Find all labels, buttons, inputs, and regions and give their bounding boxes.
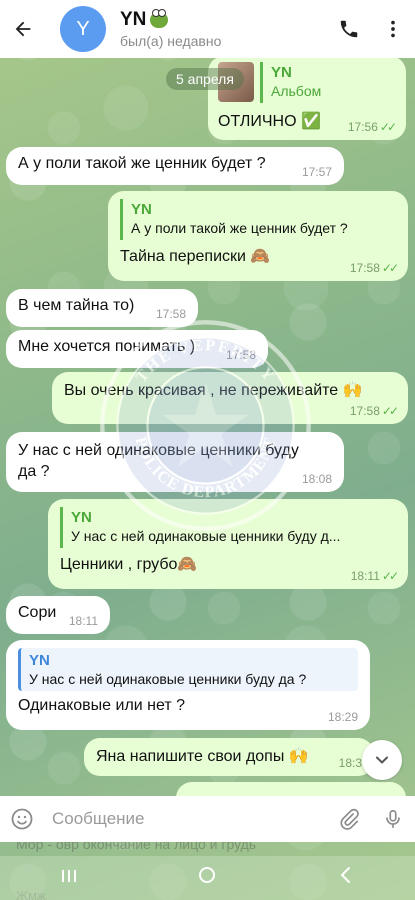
last-seen-status: был(а) недавно: [120, 33, 222, 49]
message-time: 17:57: [301, 165, 332, 179]
message-composer: Сообщение: [0, 796, 415, 842]
message-incoming[interactable]: YN У нас с ней одинаковые ценники буду д…: [6, 640, 370, 730]
more-vert-icon: [391, 20, 395, 38]
message-outgoing[interactable]: YN А у поли такой же ценник будет ? Тайн…: [108, 191, 408, 281]
message-incoming[interactable]: В чем тайна то) 17:58: [6, 289, 198, 327]
reply-text: А у поли такой же ценник будет ?: [131, 220, 348, 236]
message-incoming[interactable]: Сори 18:11: [6, 596, 110, 634]
reply-quote[interactable]: YN Альбом: [260, 62, 321, 103]
home-icon: [199, 867, 216, 883]
avatar[interactable]: Y: [60, 6, 106, 52]
message-incoming[interactable]: А у поли такой же ценник будет ? 17:57: [6, 147, 344, 185]
scroll-to-bottom-button[interactable]: [362, 740, 402, 780]
message-time: 17:56 ✓✓: [347, 120, 397, 134]
message-time: 17:58: [225, 348, 256, 362]
frog-emoji-icon: [150, 9, 169, 28]
message-text: Яна напишите свои допы 🙌: [96, 748, 309, 765]
reply-text: Альбом: [271, 83, 322, 99]
message-text: Вы очень красивая , не переживайте 🙌: [64, 382, 363, 399]
back-arrow-icon: [15, 21, 31, 37]
reply-text: У нас с ней одинаковые ценники буду да ?: [29, 671, 307, 687]
message-text: Сори: [18, 604, 57, 621]
back-nav-button[interactable]: [316, 865, 376, 891]
message-text: Одинаковые или нет ?: [18, 697, 186, 714]
read-ticks-icon: ✓✓: [381, 261, 399, 275]
message-text: Мне хочется понимать ): [18, 338, 196, 355]
message-time: 18:29: [327, 710, 358, 724]
nav-back-icon: [340, 867, 350, 883]
attach-icon: [340, 808, 359, 830]
reply-quote[interactable]: YN А у поли такой же ценник будет ?: [120, 199, 396, 240]
reply-author: YN: [271, 64, 292, 81]
recent-apps-button[interactable]: [39, 867, 99, 890]
read-ticks-icon: ✓✓: [381, 404, 399, 418]
message-incoming[interactable]: У нас с ней одинаковые ценники буду да ?…: [6, 432, 344, 492]
reply-text: У нас с ней одинаковые ценники буду д...: [71, 528, 341, 544]
more-options-button[interactable]: [371, 0, 415, 58]
read-ticks-icon: ✓✓: [381, 569, 399, 583]
message-time: 18:11 ✓✓: [350, 569, 399, 583]
read-ticks-icon: ✓✓: [379, 120, 397, 134]
message-outgoing[interactable]: Вы очень красивая , не переживайте 🙌 17:…: [52, 372, 408, 424]
reply-author: YN: [71, 509, 92, 526]
home-button[interactable]: [177, 865, 237, 891]
message-text: У нас с ней одинаковые ценники буду да ?: [18, 442, 299, 480]
emoji-button[interactable]: [0, 796, 44, 842]
message-outgoing[interactable]: YN У нас с ней одинаковые ценники буду д…: [48, 499, 408, 589]
message-time: 18:08: [301, 472, 332, 486]
reply-author: YN: [29, 652, 50, 669]
chat-header: Y YN был(а) недавно: [0, 0, 415, 58]
emoji-icon: [11, 808, 33, 830]
reply-quote[interactable]: YN У нас с ней одинаковые ценники буду д…: [60, 507, 396, 548]
call-button[interactable]: [327, 0, 371, 58]
phone-icon: [340, 20, 358, 38]
chat-title: YN: [120, 9, 147, 30]
message-time: 17:58 ✓✓: [349, 404, 399, 418]
message-incoming[interactable]: Мне хочется понимать ) 17:58: [6, 330, 268, 368]
message-text: В чем тайна то): [18, 297, 135, 314]
message-time: 18:3: [338, 756, 362, 770]
reply-author: YN: [131, 201, 152, 218]
android-navigation-bar: [0, 856, 415, 900]
message-text: А у поли такой же ценник будет ?: [18, 155, 266, 172]
message-time: 18:11: [68, 614, 98, 628]
chat-info[interactable]: YN был(а) недавно: [120, 9, 327, 49]
back-button[interactable]: [0, 0, 46, 58]
attach-button[interactable]: [327, 796, 371, 842]
message-time: 17:58: [155, 307, 186, 321]
message-text: Ценники , грубо🙈: [60, 556, 198, 573]
message-outgoing[interactable]: Яна напишите свои допы 🙌 18:3: [84, 738, 374, 776]
mic-icon: [386, 809, 400, 829]
voice-message-button[interactable]: [371, 796, 415, 842]
message-time: 17:58 ✓✓: [349, 261, 399, 275]
message-input[interactable]: Сообщение: [52, 809, 327, 829]
chevron-down-icon: [376, 756, 388, 764]
reply-quote[interactable]: YN У нас с ней одинаковые ценники буду д…: [18, 648, 358, 691]
recent-apps-icon: [62, 869, 77, 882]
date-separator: 5 апреля: [166, 68, 244, 90]
